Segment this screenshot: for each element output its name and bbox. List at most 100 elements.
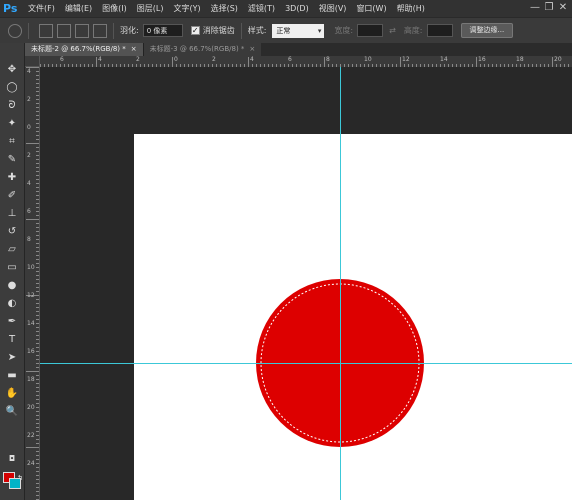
ruler-tick <box>36 243 39 244</box>
path-selection-icon[interactable]: ➤ <box>5 351 19 365</box>
menu-item[interactable]: 窗口(W) <box>351 0 391 17</box>
hand-icon[interactable]: ✋ <box>5 387 19 401</box>
crop-icon[interactable]: ⌗ <box>5 135 19 149</box>
menu-item[interactable]: 帮助(H) <box>392 0 430 17</box>
ruler-label: 0 <box>27 124 31 131</box>
window-controls: — ❐ ✕ <box>528 1 570 15</box>
swap-colors-icon[interactable]: ↰ <box>17 471 23 485</box>
clone-stamp-icon[interactable]: ⊥ <box>5 207 19 221</box>
refine-edge-button[interactable]: 调整边缘... <box>460 23 514 38</box>
ruler-tick <box>36 235 39 236</box>
ruler-tick <box>36 107 39 108</box>
style-select[interactable]: 正常 <box>272 23 325 38</box>
ruler-tick <box>36 223 39 224</box>
feather-input[interactable]: 0 像素 <box>142 24 183 37</box>
menu-item[interactable]: 文件(F) <box>23 0 60 17</box>
options-bar: 羽化: 0 像素 ✓ 消除锯齿 样式: 正常 宽度: ⇄ 高度: 调整边缘... <box>0 17 572 44</box>
ruler-label: 22 <box>27 432 35 439</box>
swap-icon[interactable]: ⇄ <box>389 26 396 35</box>
close-icon[interactable]: × <box>249 45 255 53</box>
add-selection-icon[interactable] <box>57 23 71 38</box>
document-canvas[interactable] <box>134 134 572 500</box>
quick-selection-icon[interactable]: ✦ <box>5 117 19 131</box>
ruler-label: 12 <box>27 292 35 299</box>
pen-icon[interactable]: ✒ <box>5 315 19 329</box>
close-button[interactable]: ✕ <box>556 1 570 15</box>
ruler-tick <box>26 447 39 448</box>
type-icon[interactable]: T <box>5 333 19 347</box>
ruler-tick <box>36 415 39 416</box>
ruler-label: 20 <box>27 404 35 411</box>
horizontal-guide[interactable] <box>40 363 572 364</box>
menu-item[interactable]: 视图(V) <box>314 0 352 17</box>
menu-item[interactable]: 文字(Y) <box>168 0 205 17</box>
close-icon[interactable]: × <box>131 45 137 53</box>
ruler-tick <box>26 143 39 144</box>
ruler-tick <box>36 263 39 264</box>
ruler-tick <box>36 111 39 112</box>
elliptical-marquee-tool-preset-icon[interactable] <box>8 23 22 38</box>
ruler-tick <box>36 91 39 92</box>
ruler-label: 14 <box>27 320 35 327</box>
ruler-label: 6 <box>60 56 64 63</box>
dodge-icon[interactable]: ◐ <box>5 297 19 311</box>
eyedropper-icon[interactable]: ✎ <box>5 153 19 167</box>
elliptical-marquee-icon[interactable]: ◯ <box>5 81 19 95</box>
vertical-ruler[interactable]: 4 2 0 2 4 6 8 10 12 14 16 18 20 22 24 <box>25 67 40 500</box>
menu-item[interactable]: 图像(I) <box>97 0 132 17</box>
rectangle-shape-icon[interactable]: ▬ <box>5 369 19 383</box>
canvas-workspace[interactable] <box>40 67 572 500</box>
width-input[interactable] <box>357 24 384 37</box>
new-selection-icon[interactable] <box>39 23 53 38</box>
quick-mask-icon[interactable]: ◘ <box>5 452 19 466</box>
healing-brush-icon[interactable]: ✚ <box>5 171 19 185</box>
subtract-selection-icon[interactable] <box>75 23 89 38</box>
menu-item[interactable]: 选择(S) <box>206 0 243 17</box>
restore-button[interactable]: ❐ <box>542 1 556 15</box>
ruler-tick <box>36 443 39 444</box>
zoom-icon[interactable]: 🔍 <box>5 405 19 419</box>
ruler-tick <box>36 487 39 488</box>
tab-untitled-2[interactable]: 未标题-2 @ 66.7%(RGB/8) * × <box>25 43 143 56</box>
divider <box>28 22 29 39</box>
ruler-tick <box>36 215 39 216</box>
blur-icon[interactable]: ● <box>5 279 19 293</box>
tab-untitled-3[interactable]: 未标题-3 @ 66.7%(RGB/8) * × <box>142 43 262 56</box>
ruler-tick <box>36 247 39 248</box>
minimize-button[interactable]: — <box>528 1 542 15</box>
height-input[interactable] <box>426 24 453 37</box>
ruler-tick <box>36 451 39 452</box>
height-label: 高度: <box>403 26 423 35</box>
ruler-tick <box>36 331 39 332</box>
lasso-icon[interactable]: ᘐ <box>5 99 19 113</box>
ruler-label: 10 <box>364 56 372 63</box>
ruler-tick <box>36 343 39 344</box>
menu-item[interactable]: 编辑(E) <box>60 0 97 17</box>
antialias-checkbox[interactable]: ✓ <box>190 26 200 35</box>
ruler-label: 6 <box>288 56 292 63</box>
ruler-tick <box>36 299 39 300</box>
menu-item[interactable]: 图层(L) <box>132 0 169 17</box>
brush-icon[interactable]: ✐ <box>5 189 19 203</box>
vertical-guide[interactable] <box>340 67 341 500</box>
eraser-icon[interactable]: ▱ <box>5 243 19 257</box>
ruler-tick <box>36 103 39 104</box>
ruler-tick <box>36 335 39 336</box>
ruler-tick <box>36 375 39 376</box>
ruler-tick <box>36 75 39 76</box>
gradient-icon[interactable]: ▭ <box>5 261 19 275</box>
intersect-selection-icon[interactable] <box>93 23 107 38</box>
ruler-tick <box>36 271 39 272</box>
ruler-label: 20 <box>554 56 562 63</box>
ruler-tick <box>36 71 39 72</box>
menu-item[interactable]: 3D(D) <box>280 0 314 17</box>
history-brush-icon[interactable]: ↺ <box>5 225 19 239</box>
move-tool-icon[interactable]: ✥ <box>5 63 19 77</box>
ruler-tick <box>36 199 39 200</box>
ruler-tick <box>476 57 477 67</box>
ruler-label: 2 <box>27 152 31 159</box>
menu-item[interactable]: 滤镜(T) <box>243 0 280 17</box>
ruler-origin[interactable] <box>25 56 40 67</box>
divider <box>240 22 242 39</box>
ruler-tick <box>36 183 39 184</box>
